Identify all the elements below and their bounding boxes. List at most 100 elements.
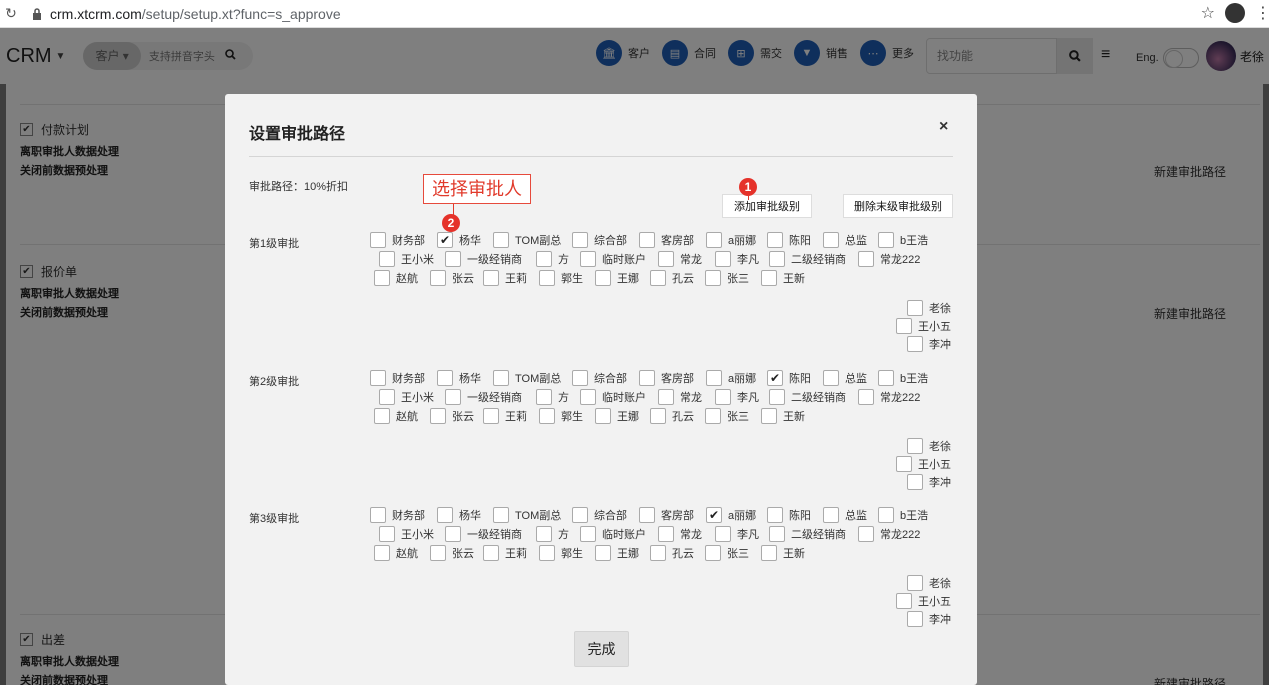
approver-option[interactable]: b王浩 bbox=[878, 232, 928, 248]
checkbox[interactable] bbox=[650, 270, 666, 286]
checkbox[interactable] bbox=[379, 389, 395, 405]
checkbox[interactable] bbox=[823, 232, 839, 248]
checked-checkbox[interactable]: ✔ bbox=[437, 232, 453, 248]
approver-option[interactable]: 王莉 bbox=[483, 545, 527, 561]
approver-option[interactable]: 张三 bbox=[705, 545, 749, 561]
approver-option[interactable]: 王新 bbox=[761, 270, 805, 286]
reload-icon[interactable]: ↻ bbox=[0, 5, 22, 22]
approver-option[interactable]: 一级经销商 bbox=[445, 389, 522, 405]
approver-option[interactable]: ✔ 杨华 bbox=[437, 232, 481, 248]
checkbox[interactable] bbox=[650, 545, 666, 561]
approver-option[interactable]: 二级经销商 bbox=[769, 251, 846, 267]
checkbox[interactable] bbox=[705, 270, 721, 286]
browser-profile-icon[interactable] bbox=[1225, 3, 1245, 23]
approver-option[interactable]: 临时账户 bbox=[580, 251, 646, 267]
approver-option[interactable]: 一级经销商 bbox=[445, 251, 522, 267]
checkbox[interactable] bbox=[572, 232, 588, 248]
checkbox[interactable] bbox=[536, 389, 552, 405]
approver-option[interactable]: 郭生 bbox=[539, 545, 583, 561]
approver-option[interactable]: 财务部 bbox=[370, 370, 425, 386]
approver-option[interactable]: ✔ a丽娜 bbox=[706, 507, 756, 523]
checkbox[interactable] bbox=[595, 545, 611, 561]
approver-option[interactable]: 王小五 bbox=[896, 456, 951, 472]
approver-option[interactable]: 二级经销商 bbox=[769, 526, 846, 542]
checkbox[interactable] bbox=[430, 545, 446, 561]
approver-option[interactable]: 常龙222 bbox=[858, 389, 920, 405]
approver-option[interactable]: 李凡 bbox=[715, 251, 759, 267]
checkbox[interactable] bbox=[896, 456, 912, 472]
browser-menu-icon[interactable]: ⋮ bbox=[1255, 3, 1269, 23]
approver-option[interactable]: 李凡 bbox=[715, 526, 759, 542]
approver-option[interactable]: 张三 bbox=[705, 270, 749, 286]
checkbox[interactable] bbox=[658, 526, 674, 542]
approver-option[interactable]: 王小五 bbox=[896, 318, 951, 334]
approver-option[interactable]: 王娜 bbox=[595, 270, 639, 286]
approver-option[interactable]: 孔云 bbox=[650, 270, 694, 286]
approver-option[interactable]: 总监 bbox=[823, 232, 867, 248]
approver-option[interactable]: 王娜 bbox=[595, 408, 639, 424]
approver-option[interactable]: 王小米 bbox=[379, 526, 434, 542]
checkbox[interactable] bbox=[706, 370, 722, 386]
approver-option[interactable]: 杨华 bbox=[437, 370, 481, 386]
approver-option[interactable]: 客房部 bbox=[639, 232, 694, 248]
approver-option[interactable]: 李凡 bbox=[715, 389, 759, 405]
checkbox[interactable] bbox=[572, 507, 588, 523]
checkbox[interactable] bbox=[595, 408, 611, 424]
checkbox[interactable] bbox=[379, 251, 395, 267]
approver-option[interactable]: TOM副总 bbox=[493, 370, 561, 386]
checkbox[interactable] bbox=[878, 507, 894, 523]
checkbox[interactable] bbox=[539, 408, 555, 424]
approver-option[interactable]: 李冲 bbox=[907, 336, 951, 352]
checkbox[interactable] bbox=[769, 526, 785, 542]
approver-option[interactable]: b王浩 bbox=[878, 370, 928, 386]
checkbox[interactable] bbox=[580, 526, 596, 542]
approver-option[interactable]: 王娜 bbox=[595, 545, 639, 561]
approver-option[interactable]: 财务部 bbox=[370, 507, 425, 523]
checkbox[interactable] bbox=[639, 507, 655, 523]
approver-option[interactable]: 李冲 bbox=[907, 611, 951, 627]
approver-option[interactable]: 常龙 bbox=[658, 526, 702, 542]
checkbox[interactable] bbox=[858, 526, 874, 542]
checkbox[interactable] bbox=[858, 251, 874, 267]
approver-option[interactable]: 张三 bbox=[705, 408, 749, 424]
approver-option[interactable]: 赵航 bbox=[374, 408, 418, 424]
approver-option[interactable]: 综合部 bbox=[572, 370, 627, 386]
add-approval-level-button[interactable]: 添加审批级别 bbox=[722, 194, 812, 218]
checkbox[interactable] bbox=[767, 232, 783, 248]
approver-option[interactable]: 一级经销商 bbox=[445, 526, 522, 542]
approver-option[interactable]: 临时账户 bbox=[580, 389, 646, 405]
checkbox[interactable] bbox=[907, 438, 923, 454]
approver-option[interactable]: 方 bbox=[536, 526, 569, 542]
approver-option[interactable]: 老徐 bbox=[907, 300, 951, 316]
checkbox[interactable] bbox=[761, 408, 777, 424]
delete-last-level-button[interactable]: 删除末级审批级别 bbox=[843, 194, 953, 218]
approver-option[interactable]: 老徐 bbox=[907, 575, 951, 591]
checked-checkbox[interactable]: ✔ bbox=[767, 370, 783, 386]
checkbox[interactable] bbox=[907, 474, 923, 490]
checkbox[interactable] bbox=[374, 408, 390, 424]
approver-option[interactable]: 郭生 bbox=[539, 270, 583, 286]
checkbox[interactable] bbox=[639, 370, 655, 386]
checkbox[interactable] bbox=[370, 370, 386, 386]
checkbox[interactable] bbox=[370, 232, 386, 248]
lock-icon[interactable] bbox=[30, 7, 44, 21]
checkbox[interactable] bbox=[878, 370, 894, 386]
checkbox[interactable] bbox=[658, 389, 674, 405]
approver-option[interactable]: a丽娜 bbox=[706, 370, 756, 386]
checkbox[interactable] bbox=[767, 507, 783, 523]
checkbox[interactable] bbox=[580, 389, 596, 405]
approver-option[interactable]: 王小米 bbox=[379, 251, 434, 267]
approver-option[interactable]: 常龙222 bbox=[858, 526, 920, 542]
approver-option[interactable]: 赵航 bbox=[374, 545, 418, 561]
approver-option[interactable]: 方 bbox=[536, 389, 569, 405]
approver-option[interactable]: 王莉 bbox=[483, 408, 527, 424]
checkbox[interactable] bbox=[437, 370, 453, 386]
checkbox[interactable] bbox=[769, 389, 785, 405]
checkbox[interactable] bbox=[430, 270, 446, 286]
approver-option[interactable]: 陈阳 bbox=[767, 507, 811, 523]
checkbox[interactable] bbox=[715, 526, 731, 542]
approver-option[interactable]: 孔云 bbox=[650, 545, 694, 561]
approver-option[interactable]: 客房部 bbox=[639, 507, 694, 523]
done-button[interactable]: 完成 bbox=[574, 631, 629, 667]
checkbox[interactable] bbox=[705, 408, 721, 424]
